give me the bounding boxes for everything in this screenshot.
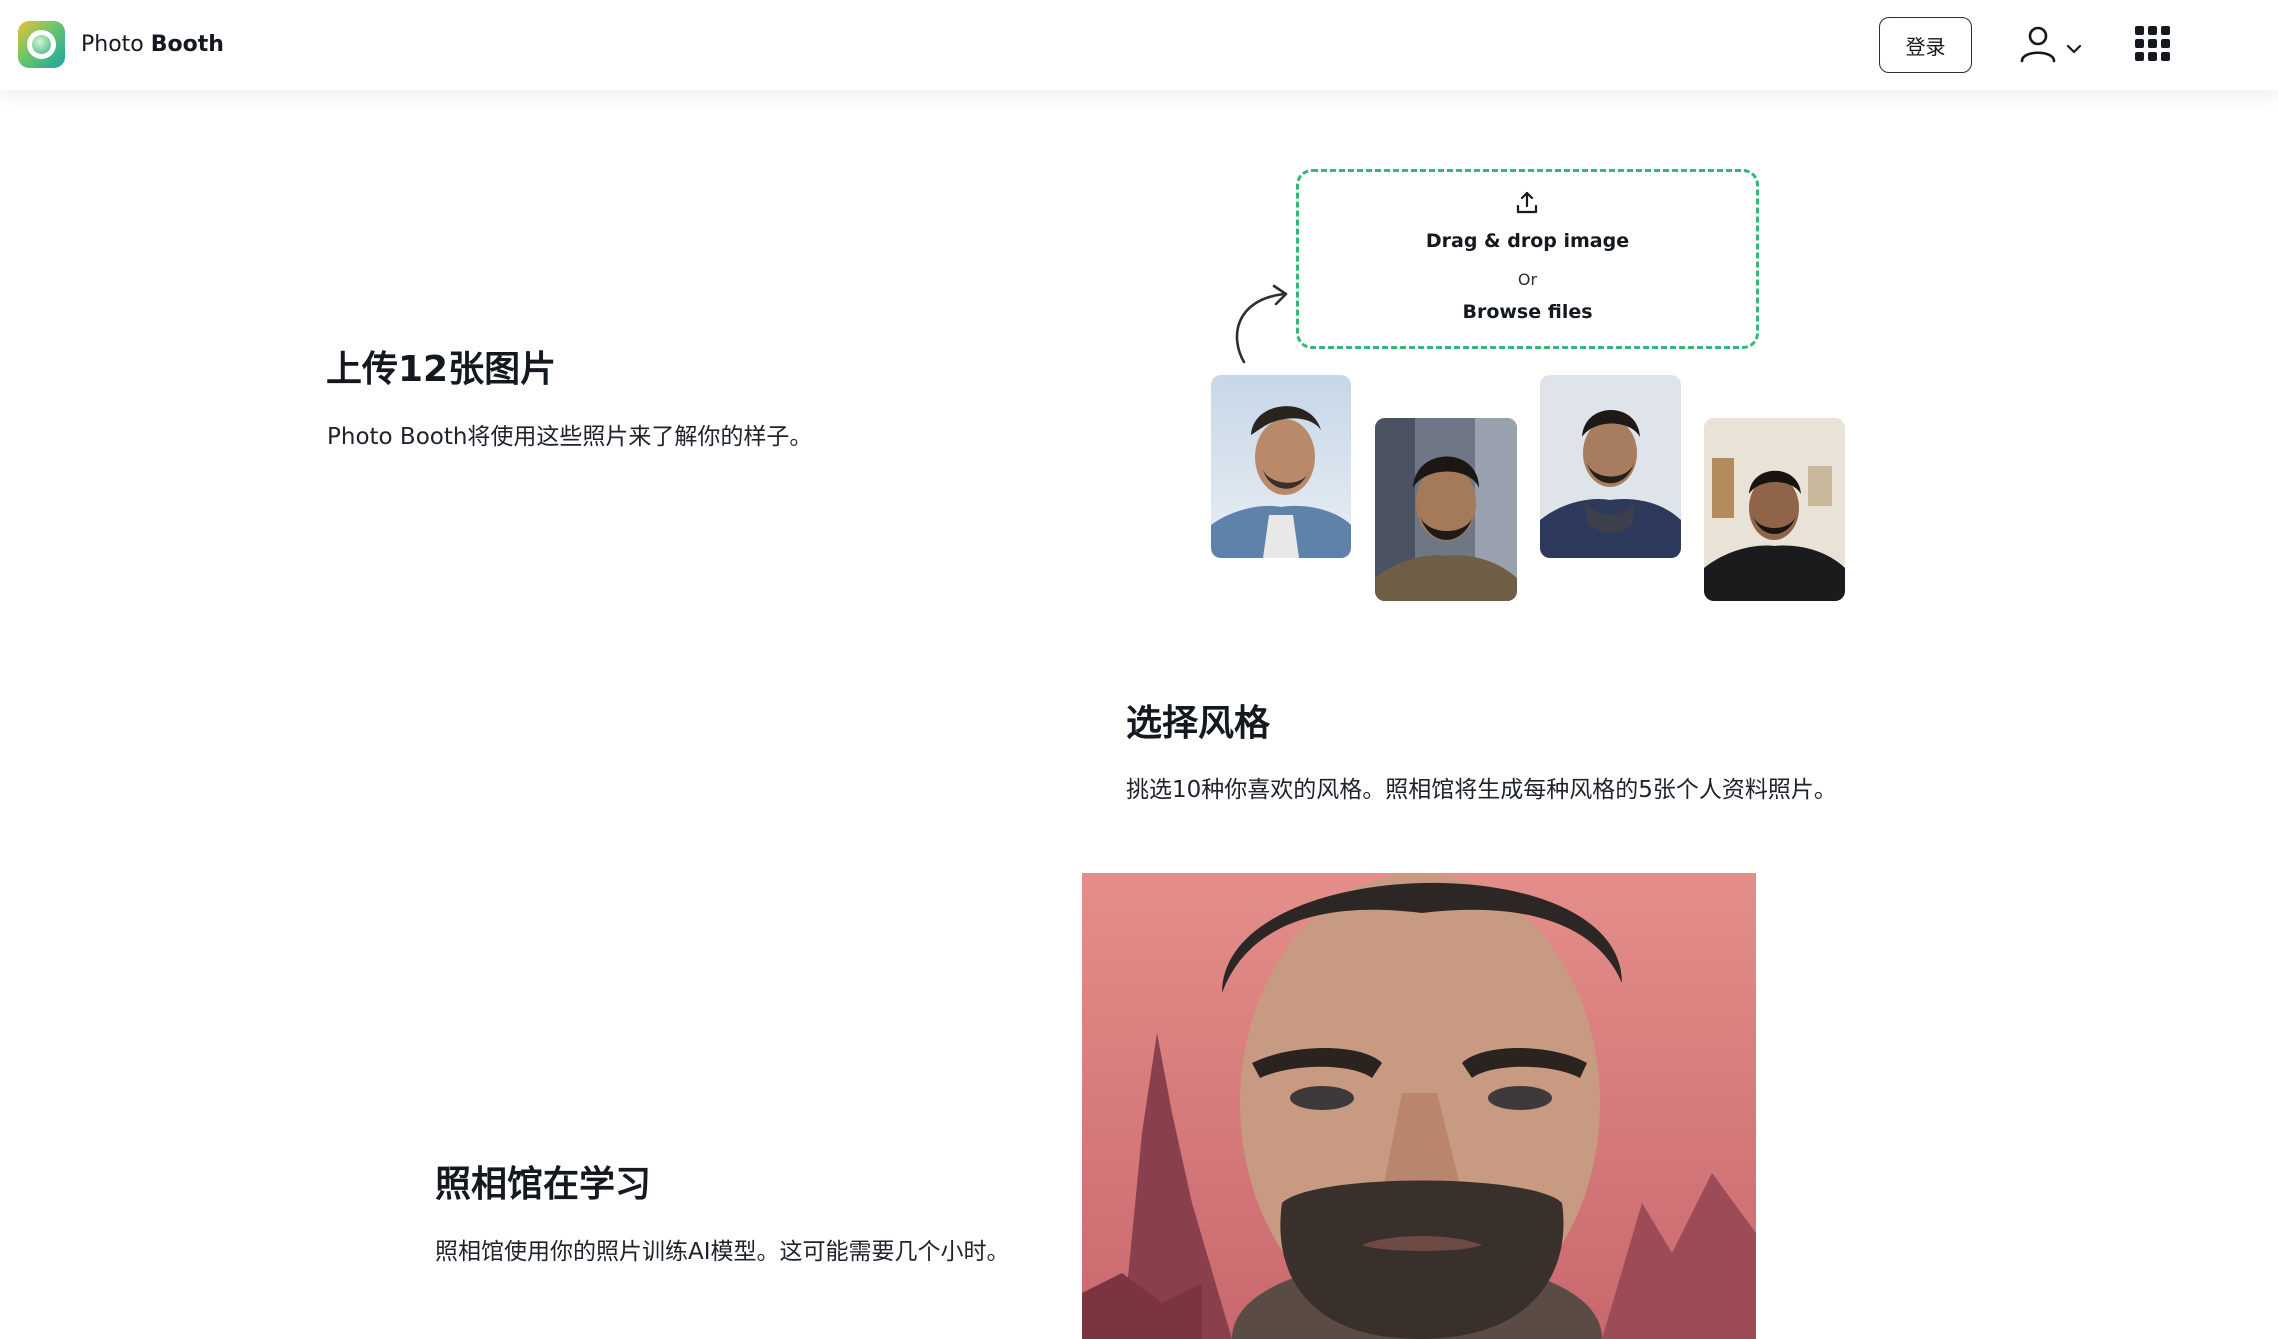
step-learning-desc: 照相馆使用你的照片训练AI模型。这可能需要几个小时。 xyxy=(435,1239,1010,1265)
sample-photo-3 xyxy=(1540,375,1681,558)
upload-icon xyxy=(1516,191,1538,214)
dropzone-drag-text: Drag & drop image xyxy=(1425,230,1630,252)
login-button[interactable]: 登录 xyxy=(1879,17,1972,73)
sample-photo-1 xyxy=(1211,375,1351,558)
chevron-down-icon xyxy=(2066,44,2082,54)
sample-photo-2 xyxy=(1375,418,1517,601)
brand-logo[interactable]: Photo Booth xyxy=(18,21,224,68)
sample-photo-4 xyxy=(1704,418,1845,601)
page: Photo Booth 登录 上传12张图片 Photo Booth将使用这些照… xyxy=(0,0,2278,1339)
apps-grid-icon[interactable] xyxy=(2133,24,2173,64)
upload-dropzone[interactable]: Drag & drop image Or Browse files xyxy=(1296,169,1759,349)
generated-portrait-image xyxy=(1082,873,1756,1339)
step-upload-desc: Photo Booth将使用这些照片来了解你的样子。 xyxy=(327,424,813,450)
step-upload-title: 上传12张图片 xyxy=(326,349,557,390)
brand-name-light: Photo xyxy=(81,32,144,57)
brand-name: Photo Booth xyxy=(81,32,224,57)
user-menu[interactable] xyxy=(2018,26,2086,66)
user-icon xyxy=(2020,26,2082,63)
step-style-desc: 挑选10种你喜欢的风格。照相馆将生成每种风格的5张个人资料照片。 xyxy=(1126,777,1837,803)
curved-arrow-icon xyxy=(1235,284,1288,364)
brand-name-bold: Booth xyxy=(150,32,224,57)
step-style-title: 选择风格 xyxy=(1126,703,1271,744)
photo-booth-logo-icon xyxy=(18,21,65,68)
step-learning-title: 照相馆在学习 xyxy=(435,1164,652,1205)
top-navbar: Photo Booth 登录 xyxy=(0,0,2278,90)
browse-files-link[interactable]: Browse files xyxy=(1299,301,1756,323)
dropzone-or-text: Or xyxy=(1517,270,1538,289)
